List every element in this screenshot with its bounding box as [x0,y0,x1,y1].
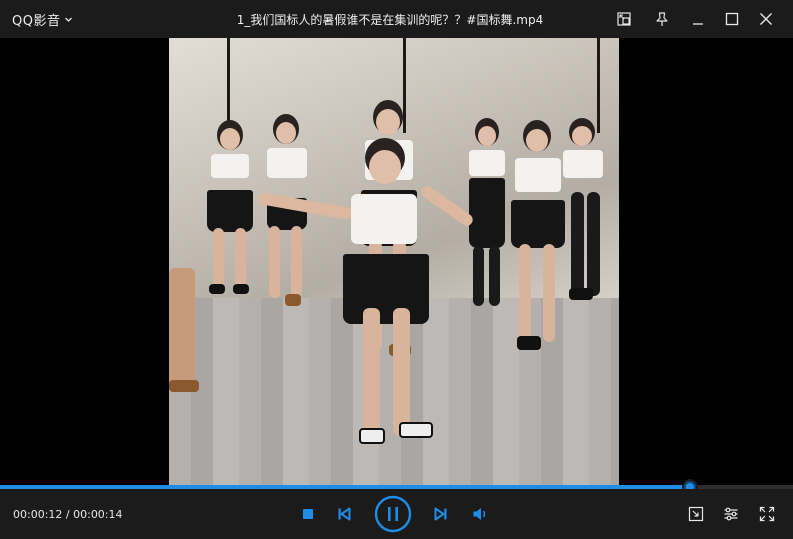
total-time: 00:00:14 [73,508,123,521]
app-name: QQ影音 [12,13,61,29]
dancer-figure [169,268,199,398]
dancer-figure [256,138,479,458]
close-button[interactable] [754,7,778,31]
skip-next-icon [434,507,447,521]
close-icon [760,13,772,25]
screenshot-icon [688,506,704,522]
stop-button[interactable] [298,504,318,524]
play-pause-button[interactable] [374,495,412,533]
minimize-icon [693,23,703,25]
video-frame[interactable] [169,38,619,486]
next-button[interactable] [430,504,452,524]
video-area[interactable] [0,38,793,486]
volume-icon [473,508,486,520]
ceiling-rod [227,38,230,133]
minimize-button[interactable] [686,7,710,31]
maximize-button[interactable] [720,7,744,31]
settings-button[interactable] [720,503,742,525]
picture-in-picture-icon [617,12,631,26]
time-display: 00:00:12 / 00:00:14 [13,508,123,521]
previous-button[interactable] [333,504,355,524]
dancer-figure [561,118,619,308]
dancer-figure [197,120,267,300]
pause-icon [374,495,412,533]
current-time: 00:00:12 [13,508,63,521]
window-title: 1_我们国标人的暑假谁不是在集训的呢？？#国标舞.mp4 [236,13,544,27]
control-bar: 00:00:12 / 00:00:14 [0,489,793,539]
title-bar: QQ影音 1_我们国标人的暑假谁不是在集训的呢？？#国标舞.mp4 [0,0,793,38]
fullscreen-icon [759,506,775,522]
pin-icon [656,12,668,26]
skip-previous-icon [338,507,351,521]
fullscreen-button[interactable] [756,503,778,525]
maximize-icon [725,12,739,26]
volume-button[interactable] [469,504,491,524]
chevron-down-icon [65,17,73,22]
app-menu-button[interactable]: QQ影音 [12,10,73,29]
time-separator: / [62,508,74,521]
stop-icon [303,509,313,519]
mini-mode-button[interactable] [612,7,636,31]
settings-sliders-icon [724,507,738,521]
pin-button[interactable] [650,7,674,31]
screenshot-button[interactable] [685,503,707,525]
